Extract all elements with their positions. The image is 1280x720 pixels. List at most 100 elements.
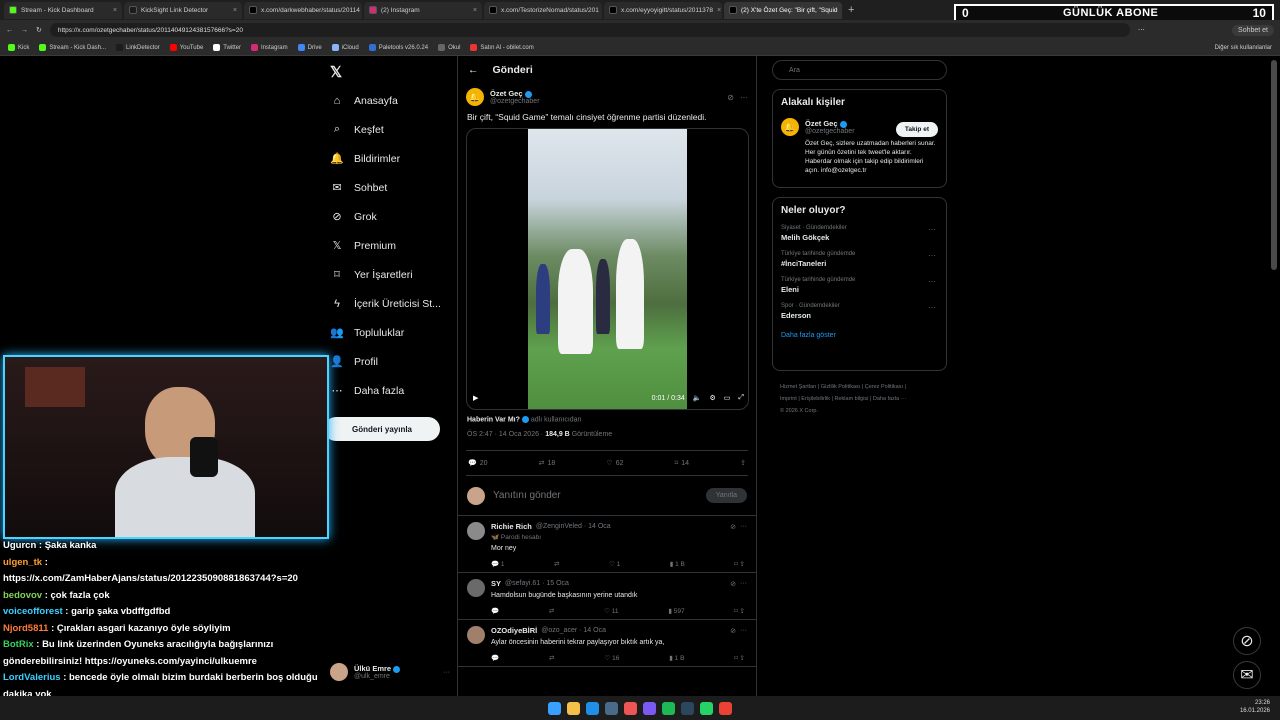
heart-button[interactable]: ♡ 16 xyxy=(604,654,619,662)
app-icon[interactable] xyxy=(681,701,694,715)
grok-icon[interactable]: ⊘ xyxy=(730,627,736,635)
source-name[interactable]: Haberin Var Mı? xyxy=(467,416,520,423)
tweet-time[interactable]: ÖS 2:47 · 14 Oca 2026 · xyxy=(467,431,543,438)
bell-avatar-icon[interactable]: 🔔 xyxy=(781,118,799,136)
post-button[interactable]: Gönderi yayınla xyxy=(324,417,440,441)
tweet-video[interactable]: ▶ 0:01 / 0:34 🔈 ⚙ ▭ ⤢ xyxy=(466,128,749,410)
volume-icon[interactable]: 🔈 xyxy=(693,394,702,402)
heart-button[interactable]: ♡ 11 xyxy=(604,607,618,615)
follow-button[interactable]: Takip et xyxy=(895,122,938,137)
sidebar-item-premium[interactable]: 𝕏 Premium xyxy=(328,231,458,260)
bookmark-share-icons[interactable]: ⌑ ⇪ xyxy=(734,654,745,662)
pip-icon[interactable]: ▭ xyxy=(724,394,731,402)
reply-author[interactable]: OZOdiyeBİRİ xyxy=(491,626,537,635)
messages-fab-icon[interactable]: ✉ xyxy=(1233,661,1261,689)
browser-tab[interactable]: (2) X'te Özet Geç: "Bir çift, "Squid× xyxy=(724,1,842,19)
repost-button[interactable]: ⇄ xyxy=(549,654,554,662)
more-icon[interactable]: ··· xyxy=(740,523,747,530)
trend-item[interactable]: Siyaset · Gündemdekiler Melih Gökçek ··· xyxy=(781,225,938,242)
chat-button[interactable]: Sohbet et xyxy=(1232,24,1274,36)
chat-username[interactable]: BotRix xyxy=(3,639,34,650)
obs-icon[interactable] xyxy=(624,701,637,715)
grok-icon[interactable]: ⊘ xyxy=(730,523,736,531)
avatar[interactable] xyxy=(467,626,485,645)
sidebar-item-bildirimler[interactable]: 🔔 Bildirimler xyxy=(328,144,458,173)
reply-input[interactable]: Yanıtını gönder xyxy=(493,490,561,501)
author-handle[interactable]: @ozetgechaber xyxy=(490,98,540,105)
scrollbar[interactable] xyxy=(1271,60,1277,270)
sidebar-item-i̇çerik[interactable]: ϟ İçerik Üreticisi St... xyxy=(328,289,458,318)
more-icon[interactable]: ··· xyxy=(740,93,748,102)
bookmark-item[interactable]: YouTube xyxy=(169,44,203,51)
heart-button[interactable]: ♡ 1 xyxy=(609,560,620,568)
bookmark-item[interactable]: Drive xyxy=(297,44,322,51)
trend-item[interactable]: Türkiye tarihinde gündemde #İnciTaneleri ·… xyxy=(781,251,938,268)
views-button[interactable]: ▮ 597 xyxy=(668,607,684,615)
reply-author[interactable]: Richie Rich xyxy=(491,522,532,531)
more-icon[interactable]: ··· xyxy=(928,251,936,260)
sidebar-item-daha[interactable]: ⋯ Daha fazla xyxy=(328,376,458,405)
reply-button[interactable]: 💬 xyxy=(491,607,499,615)
video-frame[interactable] xyxy=(528,129,687,409)
browser-tab[interactable]: x.com/TestorizeNomad/status/201× xyxy=(484,1,602,19)
settings-icon[interactable]: ⚙ xyxy=(709,394,715,402)
more-icon[interactable]: ··· xyxy=(928,277,936,286)
start-icon[interactable] xyxy=(548,701,561,715)
views-button[interactable]: ▮ 1 B xyxy=(669,654,684,662)
show-more-link[interactable]: Daha fazla göster xyxy=(781,332,938,339)
more-icon[interactable]: ··· xyxy=(740,580,747,587)
bookmark-item[interactable]: Paletools v26.0.24 xyxy=(368,44,428,51)
repost-button[interactable]: ⇄ xyxy=(554,560,559,568)
reply-button[interactable]: 💬 20 xyxy=(468,459,488,468)
back-icon[interactable]: ← xyxy=(6,27,13,34)
views-button[interactable]: ▮ 1 B xyxy=(670,560,685,568)
chrome-icon[interactable] xyxy=(719,701,732,715)
reply-button[interactable]: 💬 xyxy=(491,654,499,662)
repost-button[interactable]: ⇄ 18 xyxy=(539,459,556,468)
close-tab-icon[interactable]: × xyxy=(717,7,721,14)
whatsapp-icon[interactable] xyxy=(700,701,713,715)
browser-tab[interactable]: KickSight Link Detector × xyxy=(124,1,242,19)
chat-username[interactable]: voiceofforest xyxy=(3,606,63,617)
extensions-icon[interactable]: ⋯ xyxy=(1138,26,1145,34)
play-icon[interactable]: ▶ xyxy=(473,394,478,402)
avatar[interactable] xyxy=(467,522,485,541)
close-tab-icon[interactable]: × xyxy=(233,7,237,14)
close-tab-icon[interactable]: × xyxy=(113,7,117,14)
fullscreen-icon[interactable]: ⤢ xyxy=(738,394,744,402)
bookmark-share-icons[interactable]: ⌑ ⇪ xyxy=(734,607,745,615)
chat-username[interactable]: ulgen_tk xyxy=(3,557,42,568)
back-arrow-icon[interactable]: ← xyxy=(468,64,479,76)
browser-tab[interactable]: x.com/eyyoyigitt/status/2011378 × xyxy=(604,1,722,19)
bookmark-share-icons[interactable]: ⌑ ⇪ xyxy=(734,560,745,568)
bookmark-item[interactable]: Stream - Kick Dash... xyxy=(39,44,106,51)
search-input[interactable]: Ara xyxy=(772,60,947,80)
browser-tab[interactable]: (2) Instagram × xyxy=(364,1,482,19)
reply-author[interactable]: SY xyxy=(491,579,501,588)
sidebar-item-yer[interactable]: ⌑ Yer İşaretleri xyxy=(328,260,458,289)
x-logo-icon[interactable]: 𝕏 xyxy=(330,63,342,81)
sidebar-item-anasayfa[interactable]: ⌂ Anasayfa xyxy=(328,86,458,115)
reply-submit-button[interactable]: Yanıtla xyxy=(705,488,747,504)
share-button[interactable]: ⇪ xyxy=(740,459,746,467)
trend-item[interactable]: Türkiye tarihinde gündemde Eleni ··· xyxy=(781,277,938,294)
footer-line[interactable]: Imprint | Erişilebilirlik | Reklam bilgi… xyxy=(780,393,950,405)
account-switcher[interactable]: Ülkü Emre @ulk_emre ··· xyxy=(330,660,450,684)
bookmark-item[interactable]: Okul xyxy=(438,44,460,51)
reply-item[interactable]: OZOdiyeBİRİ @ozo_acer · 14 Oca ⊘ ··· Aylar ö… xyxy=(458,620,756,668)
chat-username[interactable]: LordValerius xyxy=(3,672,61,683)
discord-icon[interactable] xyxy=(643,701,656,715)
author-name[interactable]: Özet Geç xyxy=(490,89,523,98)
more-icon[interactable]: ··· xyxy=(740,627,747,634)
bookmark-item[interactable]: Twitter xyxy=(213,44,241,51)
reply-button[interactable]: 💬 1 xyxy=(491,560,505,568)
chat-username[interactable]: bedovov xyxy=(3,590,42,601)
sidebar-item-grok[interactable]: ⊘ Grok xyxy=(328,202,458,231)
sidebar-item-sohbet[interactable]: ✉ Sohbet xyxy=(328,173,458,202)
folder-icon[interactable] xyxy=(567,701,580,715)
bell-avatar-icon[interactable]: 🔔 xyxy=(466,88,484,106)
other-bookmarks[interactable]: Diğer sık kullanılanlar xyxy=(1215,45,1272,51)
forward-icon[interactable]: → xyxy=(21,27,28,34)
footer-line[interactable]: Hizmet Şartları | Gizlilik Politikası | … xyxy=(780,381,950,393)
chat-username[interactable]: Ugurcn xyxy=(3,540,36,551)
